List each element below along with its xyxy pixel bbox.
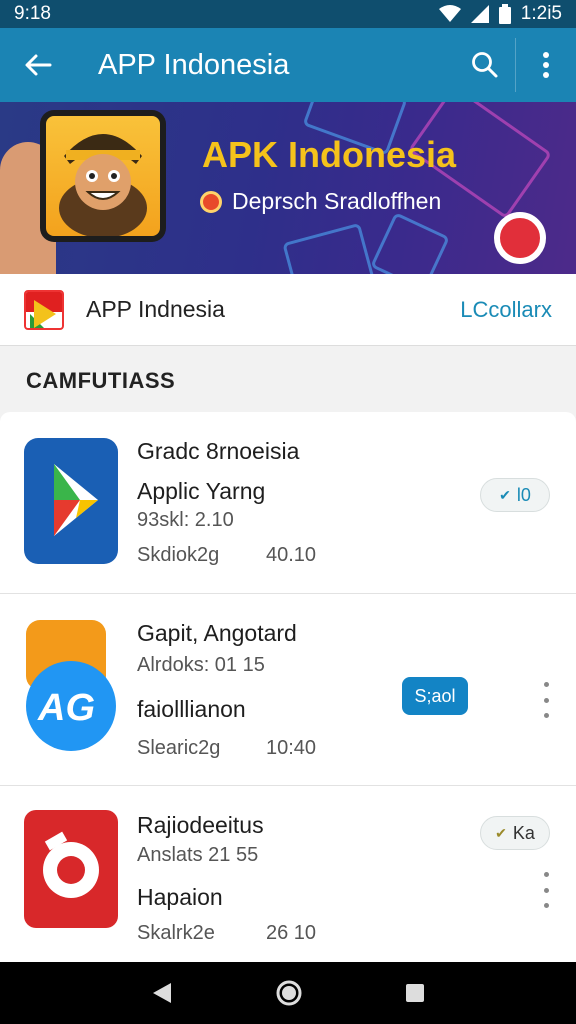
app-info-name: APP Indnesia bbox=[86, 296, 225, 322]
lens-icon bbox=[24, 810, 118, 928]
banner-subtitle: Deprsch Sradloffhen bbox=[200, 188, 441, 215]
list-item[interactable]: AG Gapit, Angotard Alrdoks: 01 15 faioll… bbox=[0, 594, 576, 786]
banner-phone bbox=[40, 110, 166, 242]
item-subtitle: faiolllianon bbox=[137, 696, 246, 722]
item-category: Skdiok2g bbox=[137, 544, 220, 566]
item-meta: Alrdoks: 01 15 bbox=[137, 654, 265, 676]
item-title: Rajiodeeitus bbox=[137, 812, 264, 838]
banner-headline: APK Indonesia bbox=[202, 134, 457, 175]
play-store-icon bbox=[24, 438, 118, 564]
signal-icon bbox=[470, 5, 489, 23]
item-meta: 93skl: 2.10 bbox=[137, 509, 234, 531]
banner-decor bbox=[282, 222, 378, 274]
item-title: Gapit, Angotard bbox=[137, 620, 297, 646]
record-dot-icon bbox=[200, 190, 222, 213]
item-meta: Anslats 21 55 bbox=[137, 844, 259, 866]
mascot-icon bbox=[59, 134, 147, 236]
item-category: Skalrk2e bbox=[137, 922, 215, 944]
app-bar-title: APP Indonesia bbox=[98, 48, 290, 81]
item-size: 10:40 bbox=[266, 737, 317, 759]
more-vert-icon[interactable] bbox=[534, 868, 558, 912]
nav-recents-icon[interactable] bbox=[405, 983, 425, 1003]
nav-back-icon[interactable] bbox=[151, 981, 173, 1005]
indonesia-flag-icon bbox=[24, 289, 64, 330]
banner-decor bbox=[370, 212, 450, 274]
item-title: Gradc 8rnoeisia bbox=[137, 438, 300, 464]
install-button[interactable]: ✔ Ka bbox=[480, 816, 550, 850]
more-vert-icon[interactable] bbox=[534, 678, 558, 722]
nav-home-icon[interactable] bbox=[275, 979, 303, 1007]
install-button[interactable]: ✔ l0 bbox=[480, 478, 550, 512]
check-icon: ✔ bbox=[499, 486, 511, 503]
wifi-icon bbox=[438, 5, 461, 22]
brand-swirl-icon bbox=[494, 212, 546, 264]
item-size: 40.10 bbox=[266, 544, 317, 566]
system-nav-bar bbox=[0, 962, 576, 1024]
more-vert-icon bbox=[543, 52, 549, 78]
item-size: 26 10 bbox=[266, 922, 317, 944]
app-info-row[interactable]: APP Indnesia LCcollarx bbox=[0, 274, 576, 346]
check-icon: ✔ bbox=[495, 824, 507, 841]
status-battery-text: 1:2i5 bbox=[520, 3, 562, 24]
install-button-label: Ka bbox=[512, 822, 535, 843]
install-button-label: l0 bbox=[516, 484, 531, 505]
back-button[interactable] bbox=[0, 28, 76, 102]
section-title: CAMFUTIASS bbox=[26, 368, 176, 393]
list-item[interactable]: Rajiodeeitus Anslats 21 55 Hapaion Skalr… bbox=[0, 786, 576, 962]
search-icon bbox=[472, 52, 498, 78]
promo-banner[interactable]: APK Indonesia Deprsch Sradloffhen bbox=[0, 102, 576, 274]
banner-subtitle-text: Deprsch Sradloffhen bbox=[232, 188, 442, 214]
app-bar: APP Indonesia bbox=[0, 28, 576, 102]
open-button-label: S;aol bbox=[414, 685, 456, 706]
item-category: Slearic2g bbox=[137, 737, 221, 759]
svg-text:AG: AG bbox=[37, 687, 95, 729]
app-list: Gradc 8rnoeisia Applic Yarng 93skl: 2.10… bbox=[0, 412, 576, 962]
status-bar: 9:18 1:2i5 bbox=[0, 0, 576, 28]
app-info-link[interactable]: LCcollarx bbox=[460, 297, 552, 323]
ag-icon: AG bbox=[24, 620, 118, 751]
arrow-back-icon bbox=[25, 54, 52, 76]
open-button[interactable]: S;aol bbox=[402, 677, 468, 715]
item-subtitle: Applic Yarng bbox=[137, 478, 266, 504]
more-options-button[interactable] bbox=[516, 28, 576, 102]
banner-mascot bbox=[46, 116, 160, 236]
status-time: 9:18 bbox=[14, 3, 51, 24]
status-icons: 1:2i5 bbox=[438, 3, 562, 25]
list-item[interactable]: Gradc 8rnoeisia Applic Yarng 93skl: 2.10… bbox=[0, 412, 576, 594]
item-subtitle: Hapaion bbox=[137, 884, 223, 910]
search-button[interactable] bbox=[455, 28, 515, 102]
battery-icon bbox=[498, 4, 511, 24]
